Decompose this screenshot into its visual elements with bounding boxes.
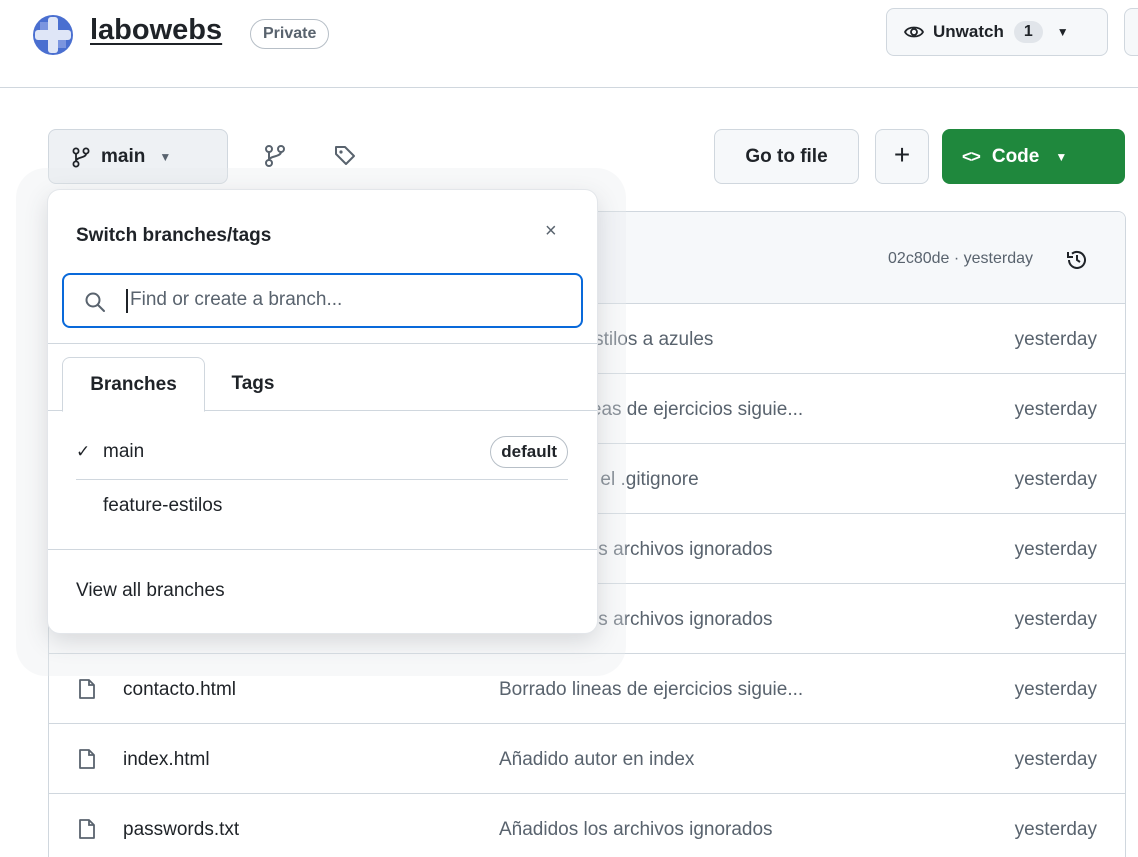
text-cursor [126,289,128,313]
eye-icon [903,26,925,38]
branch-item-main[interactable]: ✓ main default [76,426,568,480]
unwatch-label: Unwatch [933,22,1004,41]
branches-icon[interactable] [263,143,287,169]
code-icon: <> [962,146,981,166]
tag-icon[interactable] [333,143,357,169]
default-badge: default [490,436,568,468]
table-row[interactable]: passwords.txt Añadidos los archivos igno… [49,794,1125,857]
file-date: yesterday [1014,679,1097,700]
file-date: yesterday [1014,329,1097,350]
search-placeholder: Find or create a branch... [130,289,343,310]
check-icon: ✓ [76,442,91,461]
repo-avatar-icon [33,15,73,55]
file-icon [79,819,95,839]
tab-tags[interactable]: Tags [213,357,293,411]
code-button[interactable]: <> Code ▼ [942,129,1125,184]
divider [48,549,597,550]
file-icon [79,749,95,769]
dropdown-tabs: Branches Tags [48,357,597,412]
file-name[interactable]: index.html [123,749,210,771]
table-row[interactable]: index.html Añadido autor en index yester… [49,724,1125,794]
repo-name-link[interactable]: labowebs [90,14,222,47]
commit-message[interactable]: Añadidos los archivos ignorados [499,819,773,841]
chevron-down-icon: ▼ [1055,149,1068,164]
watch-count: 1 [1013,21,1043,43]
chevron-down-icon: ▼ [159,149,172,164]
file-name[interactable]: passwords.txt [123,819,239,841]
file-date: yesterday [1014,609,1097,630]
current-branch-label: main [101,145,146,167]
add-file-button[interactable]: + [875,129,929,184]
file-icon [79,679,95,699]
go-to-file-button[interactable]: Go to file [714,129,859,184]
git-branch-icon [72,147,90,167]
branch-name: main [103,441,145,462]
file-date: yesterday [1014,539,1097,560]
commit-meta[interactable]: 02c80de · yesterday [888,250,1033,268]
file-date: yesterday [1014,819,1097,840]
branch-name: feature-estilos [103,495,223,516]
branch-search-input[interactable]: Find or create a branch... [62,273,583,328]
visibility-badge: Private [250,19,330,49]
divider [48,343,597,344]
commit-message[interactable]: Añadido autor en index [499,749,694,771]
commit-message[interactable]: Borrado lineas de ejercicios siguie... [499,679,803,701]
file-date: yesterday [1014,749,1097,770]
file-date: yesterday [1014,399,1097,420]
branch-item-feature-estilos[interactable]: feature-estilos [76,480,568,534]
unwatch-button[interactable]: Unwatch 1 ▼ [886,8,1108,56]
view-all-branches-link[interactable]: View all branches [76,580,225,602]
chevron-down-icon: ▼ [1056,25,1069,39]
branch-dropdown: Switch branches/tags × Find or create a … [48,190,597,633]
search-icon [85,292,105,312]
file-name[interactable]: contacto.html [123,679,236,701]
code-label: Code [991,145,1040,167]
repo-header: labowebs Private Unwatch 1 ▼ [0,0,1138,88]
star-button[interactable] [1124,8,1138,56]
file-date: yesterday [1014,469,1097,490]
history-icon[interactable] [1065,248,1089,272]
close-icon[interactable]: × [545,220,557,243]
dropdown-title: Switch branches/tags [76,225,272,246]
tab-branches[interactable]: Branches [62,357,205,412]
